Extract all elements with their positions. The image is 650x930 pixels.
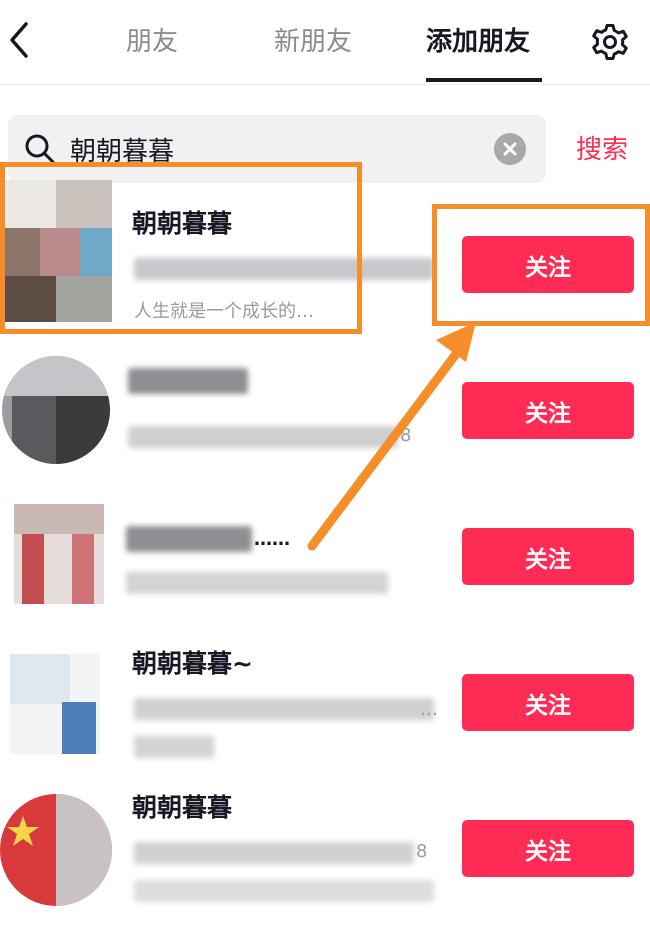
active-tab-indicator bbox=[426, 78, 542, 82]
back-button[interactable] bbox=[4, 18, 38, 62]
user-bio: … bbox=[420, 699, 438, 720]
redacted-info bbox=[134, 698, 434, 720]
star-icon bbox=[7, 816, 39, 846]
result-row[interactable]: 朝朝暮暮~ … 关注 bbox=[0, 638, 650, 784]
highlight-box-user bbox=[0, 162, 362, 334]
top-nav-bar: 朋友 新朋友 添加朋友 bbox=[0, 0, 650, 85]
redacted-info bbox=[128, 426, 398, 448]
search-submit-button[interactable]: 搜索 bbox=[576, 132, 628, 168]
user-name: 朝朝暮暮 bbox=[132, 793, 233, 822]
redacted-name bbox=[126, 526, 252, 552]
redacted-info bbox=[126, 572, 388, 594]
user-name-suffix: …… bbox=[254, 529, 290, 550]
follow-button[interactable]: 关注 bbox=[462, 382, 634, 439]
user-bio: 8 bbox=[400, 425, 412, 446]
user-bio: 8 bbox=[416, 841, 428, 862]
settings-button[interactable] bbox=[588, 20, 632, 64]
redacted-name bbox=[128, 368, 248, 394]
tab-add-friends[interactable]: 添加朋友 bbox=[426, 22, 530, 62]
avatar[interactable] bbox=[0, 794, 112, 906]
avatar[interactable] bbox=[10, 654, 100, 754]
avatar[interactable] bbox=[14, 504, 104, 604]
redacted-info bbox=[134, 842, 414, 864]
follow-button[interactable]: 关注 bbox=[462, 674, 634, 731]
gear-icon bbox=[592, 24, 628, 60]
user-name: 朝朝暮暮~ bbox=[132, 649, 253, 678]
clear-icon bbox=[503, 142, 517, 156]
redacted-info bbox=[134, 736, 214, 758]
follow-button[interactable]: 关注 bbox=[462, 528, 634, 585]
result-row[interactable]: 朝朝暮暮 8 关注 bbox=[0, 784, 650, 930]
result-row[interactable]: …… 关注 bbox=[0, 492, 650, 638]
avatar[interactable] bbox=[2, 356, 110, 464]
clear-search-button[interactable] bbox=[494, 133, 526, 165]
tab-friends[interactable]: 朋友 bbox=[126, 22, 178, 62]
highlight-box-follow bbox=[432, 204, 650, 326]
result-row[interactable]: 8 关注 bbox=[0, 346, 650, 492]
chevron-left-icon bbox=[10, 22, 28, 58]
tab-new-friends[interactable]: 新朋友 bbox=[274, 22, 352, 62]
follow-button[interactable]: 关注 bbox=[462, 820, 634, 877]
